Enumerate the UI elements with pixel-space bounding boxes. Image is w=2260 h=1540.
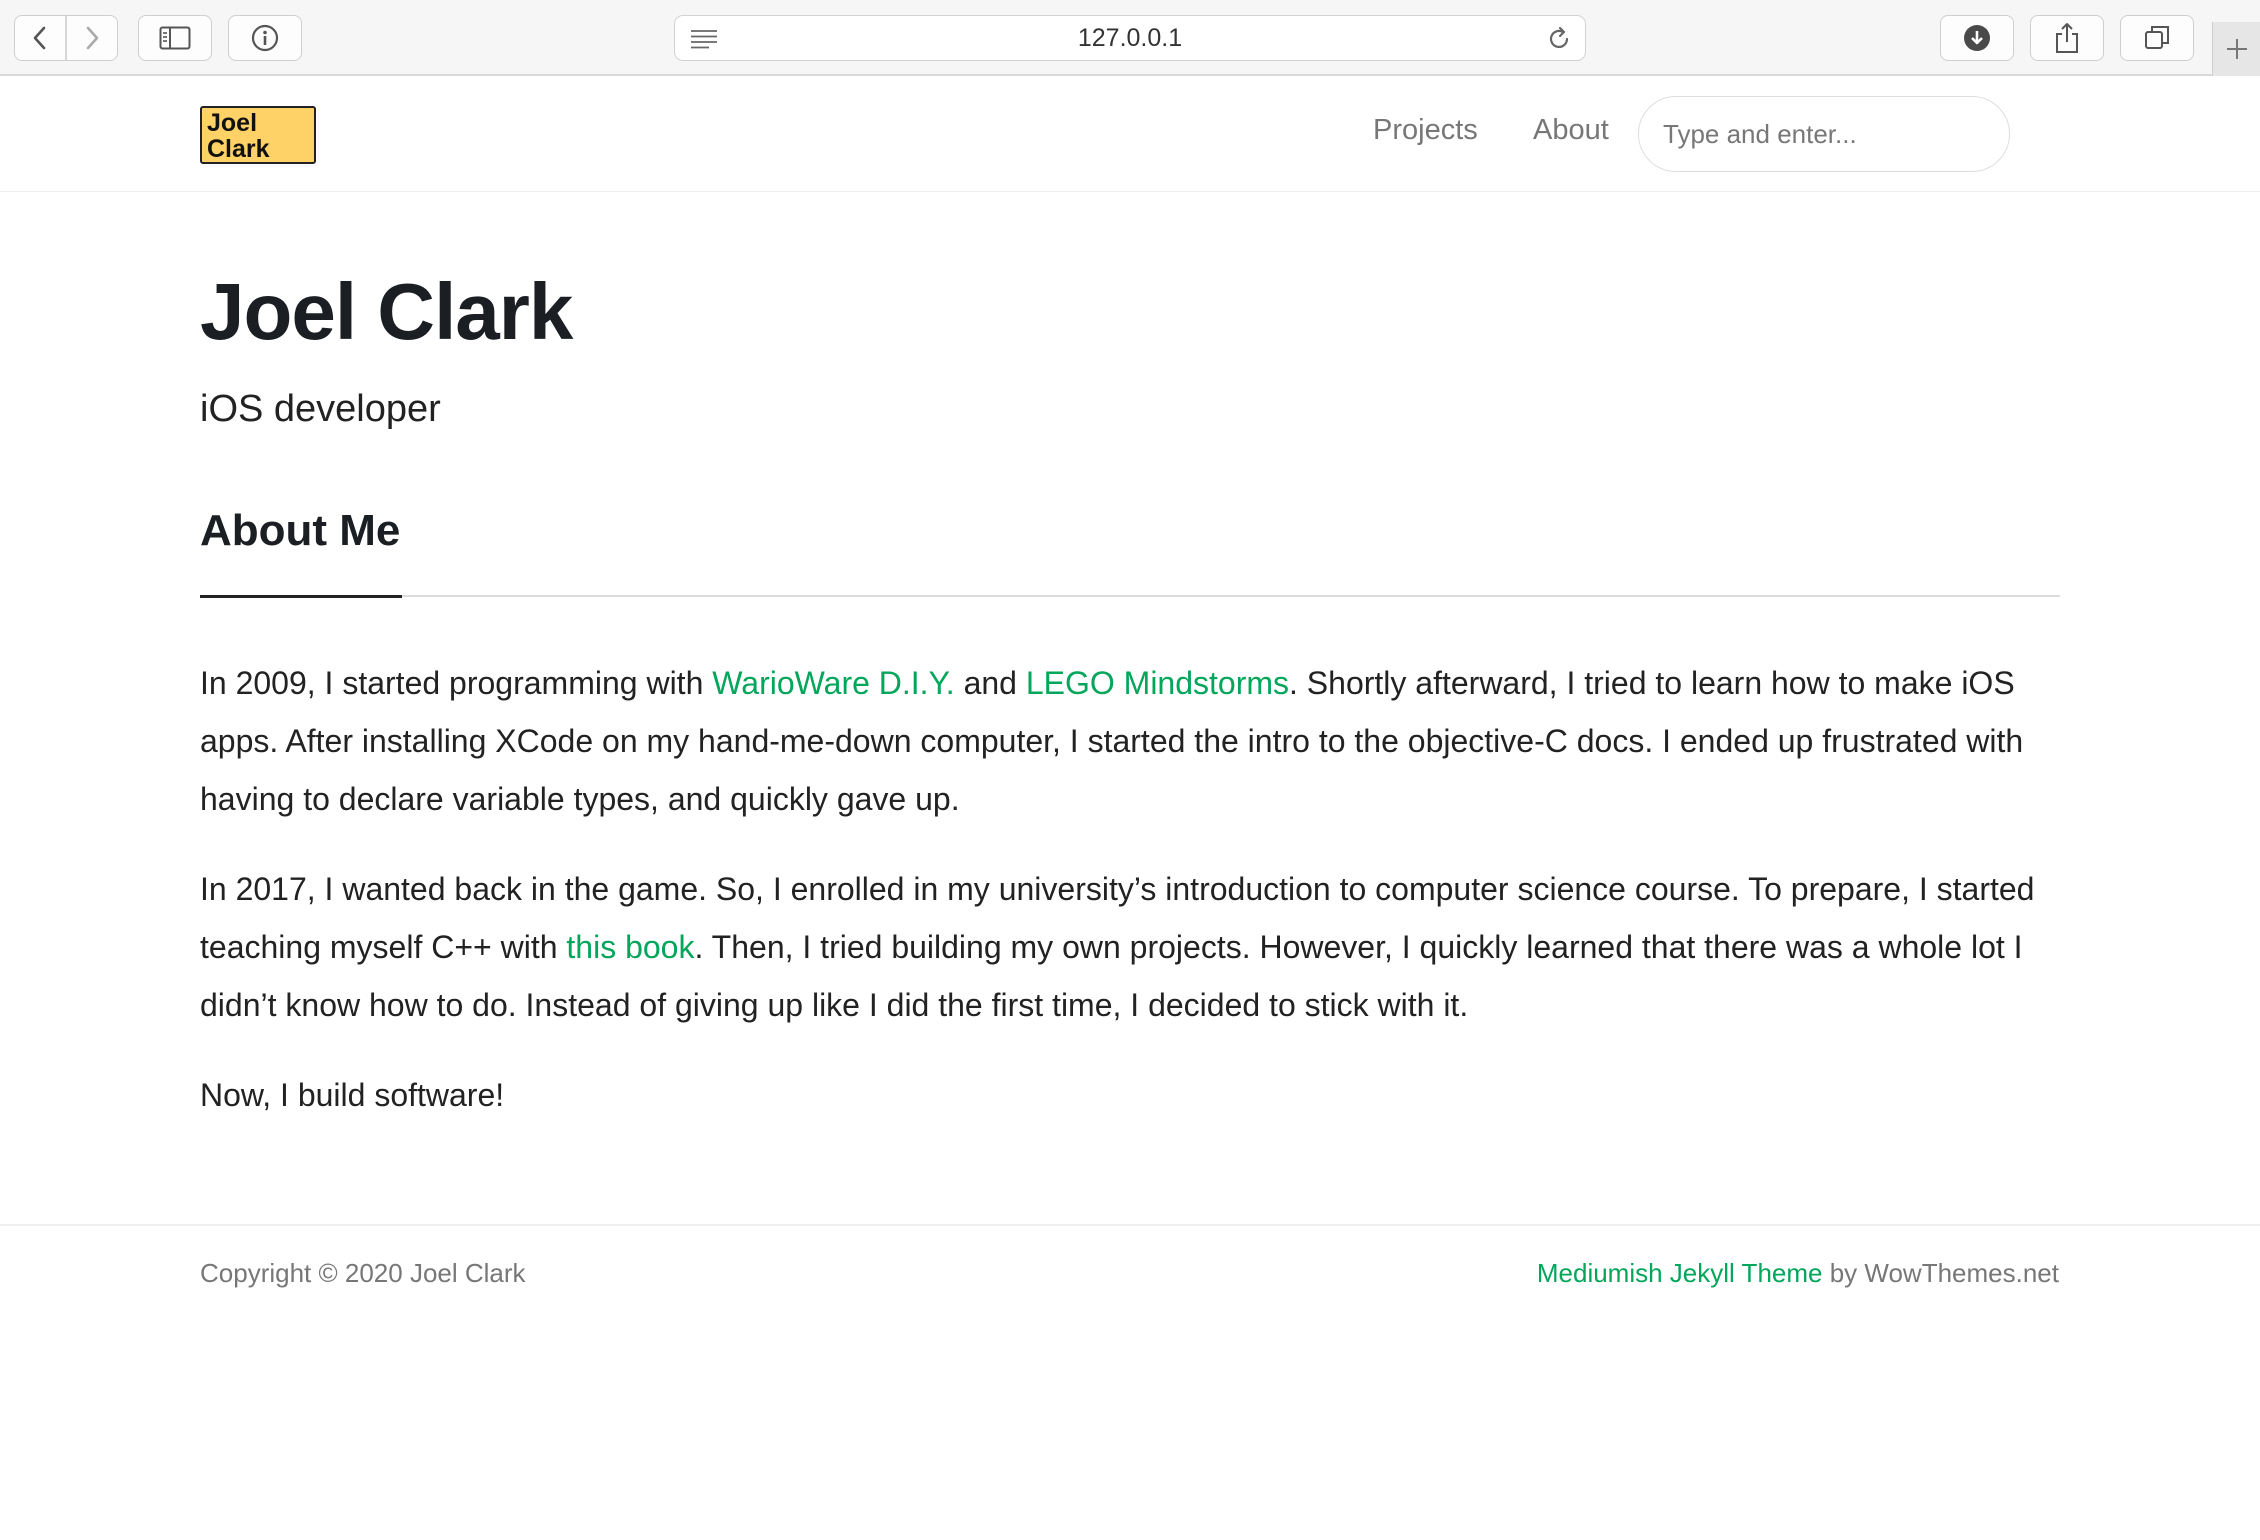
info-icon — [251, 24, 279, 52]
address-bar[interactable]: 127.0.0.1 — [674, 15, 1586, 61]
footer-copyright: Copyright © 2020 Joel Clark — [200, 1258, 526, 1288]
sidebar-button[interactable] — [138, 15, 212, 61]
history-nav-group — [14, 15, 118, 61]
warioware-link[interactable]: WarioWare D.I.Y. — [712, 665, 954, 701]
footer-divider — [0, 1224, 2260, 1226]
theme-link[interactable]: Mediumish Jekyll Theme — [1537, 1258, 1823, 1288]
section-heading: About Me — [200, 506, 401, 555]
nav-about-link[interactable]: About — [1533, 114, 1609, 147]
site-navbar: Joel Clark Projects About — [0, 76, 2260, 192]
forward-button[interactable] — [67, 16, 117, 60]
page-title: Joel Clark — [200, 267, 573, 356]
plus-icon — [2227, 39, 2247, 59]
site-logo[interactable]: Joel Clark — [200, 106, 316, 164]
this-book-link[interactable]: this book — [566, 929, 694, 965]
sidebar-icon — [159, 26, 191, 50]
downloads-button[interactable] — [1940, 15, 2014, 61]
reload-icon[interactable] — [1545, 25, 1573, 53]
nav-projects-link[interactable]: Projects — [1373, 114, 1478, 147]
browser-toolbar: 127.0.0.1 — [0, 0, 2260, 76]
logo-line-1: Joel — [207, 109, 258, 137]
back-button[interactable] — [15, 16, 65, 60]
about-paragraph-1: In 2009, I started programming with Wari… — [200, 665, 2024, 817]
about-paragraph-2: In 2017, I wanted back in the game. So, … — [200, 871, 2035, 1023]
address-url: 127.0.0.1 — [1077, 24, 1183, 52]
tabs-icon — [2145, 26, 2169, 49]
share-button[interactable] — [2030, 15, 2104, 61]
page-subtitle: iOS developer — [200, 388, 441, 430]
download-icon — [1964, 25, 1990, 51]
chevron-right-icon — [86, 26, 99, 50]
lego-mindstorms-link[interactable]: LEGO Mindstorms — [1026, 665, 1289, 701]
new-tab-button[interactable] — [2212, 22, 2260, 76]
chevron-left-icon — [33, 26, 46, 50]
section-divider — [200, 594, 2060, 598]
footer-credit: Mediumish Jekyll Theme by WowThemes.net — [1536, 1258, 2059, 1288]
tabs-overview-button[interactable] — [2120, 15, 2194, 61]
site-info-button[interactable] — [228, 15, 302, 61]
logo-line-2: Clark — [207, 135, 270, 163]
about-paragraph-3: Now, I build software! — [200, 1077, 505, 1113]
share-icon — [2056, 23, 2078, 53]
search-input[interactable] — [1638, 96, 2010, 172]
